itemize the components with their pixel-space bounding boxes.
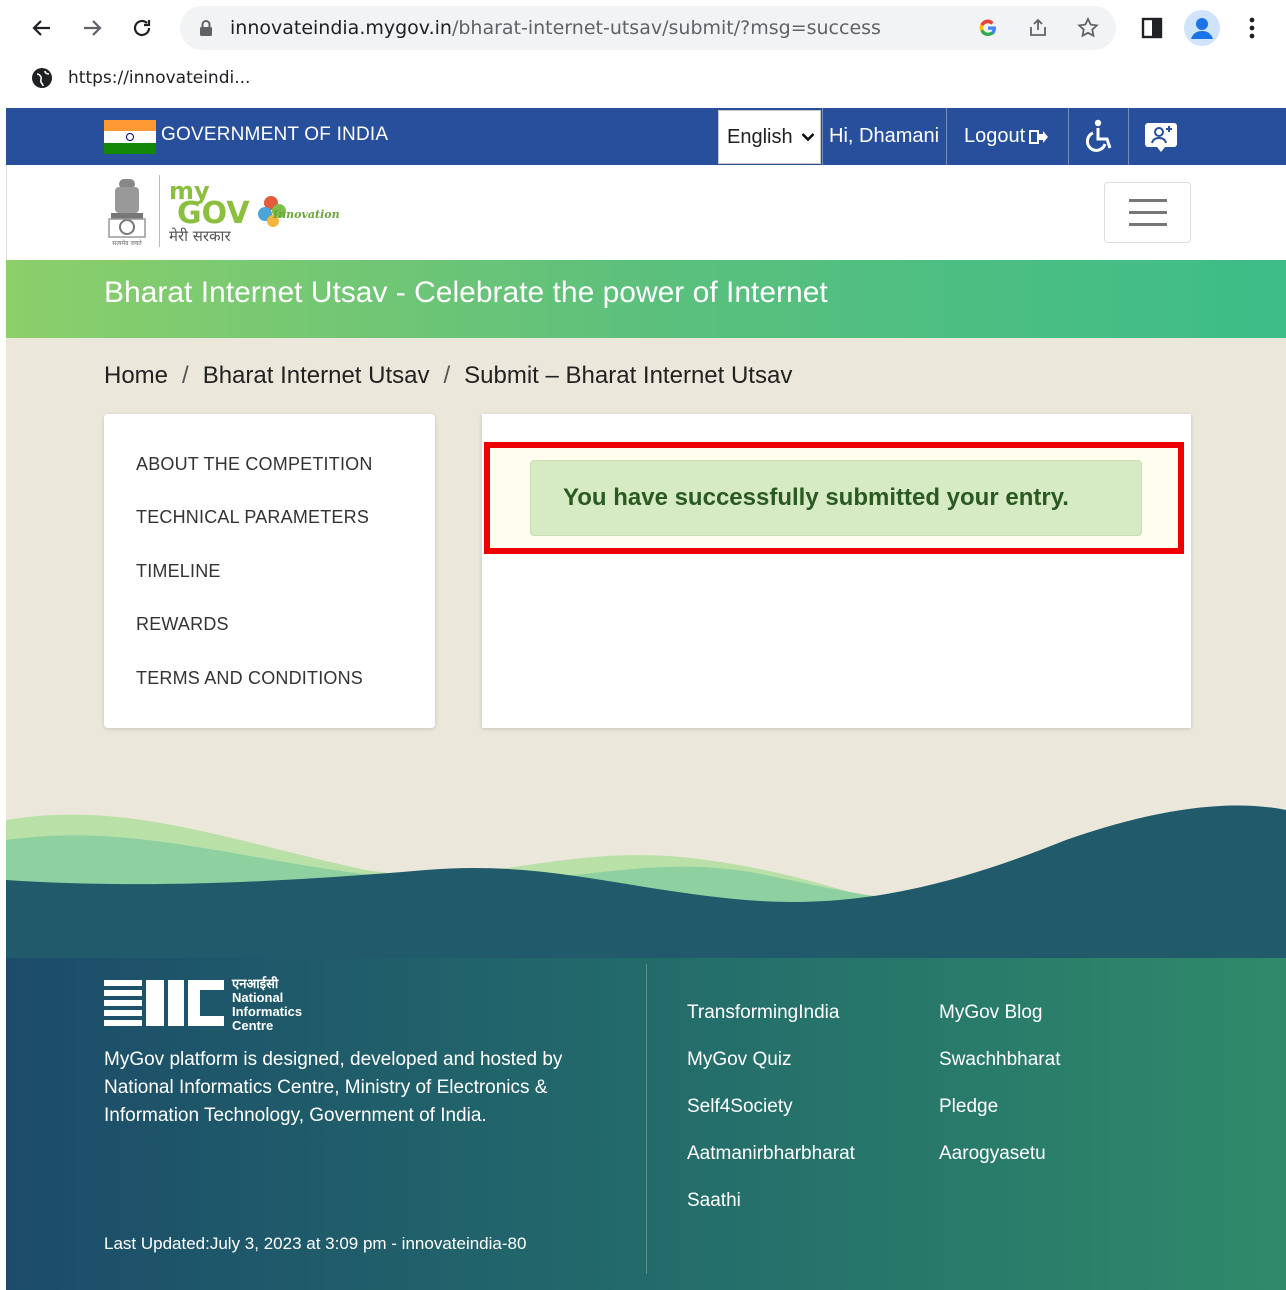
- tab-url: https://innovateindi...: [68, 68, 251, 88]
- footer-link-self4society[interactable]: Self4Society: [687, 1096, 793, 1118]
- person-icon: [1191, 18, 1213, 39]
- browser-chrome: innovateindia.mygov.in/bharat-internet-u…: [0, 0, 1286, 108]
- sidebar-menu: ABOUT THE COMPETITION TECHNICAL PARAMETE…: [104, 414, 435, 728]
- government-title: GOVERNMENT OF INDIA: [161, 124, 389, 145]
- nic-logo: एनआईसी National Informatics Centre: [104, 976, 302, 1033]
- footer-divider: [646, 964, 647, 1274]
- share-icon[interactable]: [1026, 16, 1050, 40]
- user-greeting-label: Hi, Dhamani: [829, 125, 940, 147]
- nic-line2: Informatics: [232, 1004, 302, 1019]
- google-icon[interactable]: [976, 16, 1000, 40]
- sidebar-item-about[interactable]: ABOUT THE COMPETITION: [136, 454, 373, 475]
- footer-link-saathi[interactable]: Saathi: [687, 1190, 741, 1212]
- back-button[interactable]: [24, 10, 60, 46]
- arrow-left-icon: [32, 20, 50, 36]
- forward-button[interactable]: [74, 10, 110, 46]
- footer-link-aatmanirbharbharat[interactable]: Aatmanirbharbharat: [687, 1143, 855, 1165]
- logo-separator: [159, 175, 160, 247]
- logo-bar: सत्यमेव जयते my GOV मेरी सरकार Innovatio…: [6, 165, 1286, 260]
- footer-link-mygov-blog[interactable]: MyGov Blog: [939, 1002, 1042, 1024]
- national-emblem-icon: सत्यमेव जयते: [108, 179, 146, 247]
- sidebar-item-technical-parameters[interactable]: TECHNICAL PARAMETERS: [136, 507, 369, 528]
- sidebar-item-timeline[interactable]: TIMELINE: [136, 561, 221, 582]
- footer-link-pledge[interactable]: Pledge: [939, 1096, 998, 1118]
- add-user-icon: [1144, 122, 1177, 152]
- nic-line1: National: [232, 990, 283, 1005]
- mygov-logo[interactable]: my GOV मेरी सरकार Innovation: [167, 177, 347, 249]
- footer-link-transformingindia[interactable]: TransformingIndia: [687, 1002, 839, 1024]
- logo-hindi: मेरी सरकार: [169, 227, 231, 245]
- sidebar-item-rewards[interactable]: REWARDS: [136, 614, 229, 635]
- sidebar-item-terms[interactable]: TERMS AND CONDITIONS: [136, 668, 363, 689]
- language-value: English: [727, 125, 793, 148]
- success-alert: You have successfully submitted your ent…: [530, 460, 1142, 536]
- menu-line: [1128, 199, 1167, 202]
- lock-icon: [200, 20, 212, 36]
- government-bar: GOVERNMENT OF INDIA English Hi, Dhamani …: [6, 108, 1286, 165]
- address-url: innovateindia.mygov.in/bharat-internet-u…: [230, 17, 881, 39]
- breadcrumb-home[interactable]: Home: [104, 362, 168, 390]
- globe-icon: [32, 68, 52, 88]
- footer-link-aarogyasetu[interactable]: Aarogyasetu: [939, 1143, 1046, 1165]
- footer-description: MyGov platform is designed, developed an…: [104, 1049, 563, 1126]
- breadcrumb-current: Submit – Bharat Internet Utsav: [464, 362, 793, 389]
- highlight-box: You have successfully submitted your ent…: [484, 442, 1184, 554]
- page-banner: Bharat Internet Utsav - Celebrate the po…: [6, 260, 1286, 338]
- logo-gov: GOV: [177, 196, 250, 231]
- nic-line3: Centre: [232, 1018, 273, 1033]
- logout-label: Logout: [964, 125, 1026, 147]
- footer: एनआईसी National Informatics Centre MyGov…: [6, 958, 1286, 1290]
- india-flag-icon: [104, 120, 156, 154]
- more-vertical-icon: [1249, 17, 1255, 39]
- breadcrumb-separator: /: [182, 362, 189, 389]
- register-button[interactable]: [1128, 108, 1192, 165]
- menu-line: [1128, 223, 1167, 226]
- breadcrumb-section[interactable]: Bharat Internet Utsav: [203, 362, 430, 390]
- language-select[interactable]: English: [718, 110, 821, 164]
- success-message: You have successfully submitted your ent…: [563, 484, 1069, 511]
- menu-line: [1128, 211, 1167, 214]
- user-greeting[interactable]: Hi, Dhamani: [822, 108, 946, 165]
- reload-icon: [133, 19, 151, 37]
- arrow-right-icon: [84, 20, 102, 36]
- hamburger-menu-button[interactable]: [1104, 182, 1191, 243]
- footer-link-mygov-quiz[interactable]: MyGov Quiz: [687, 1049, 792, 1071]
- profile-avatar[interactable]: [1184, 10, 1220, 46]
- accessibility-button[interactable]: [1068, 108, 1128, 165]
- breadcrumb: Home / Bharat Internet Utsav / Submit – …: [104, 362, 792, 390]
- logout-icon: [1029, 129, 1049, 144]
- emblem-caption: सत्यमेव जयते: [112, 239, 142, 247]
- last-updated: Last Updated:July 3, 2023 at 3:09 pm - i…: [104, 1234, 527, 1253]
- star-icon[interactable]: [1076, 16, 1100, 40]
- tab-url-row: https://innovateindi...: [30, 66, 250, 90]
- menu-button[interactable]: [1236, 12, 1268, 44]
- side-panel-button[interactable]: [1136, 12, 1168, 44]
- accessibility-icon: [1085, 119, 1111, 152]
- address-bar[interactable]: innovateindia.mygov.in/bharat-internet-u…: [180, 6, 1116, 50]
- footer-link-swachhbharat[interactable]: Swachhbharat: [939, 1049, 1060, 1071]
- side-panel-icon: [1141, 17, 1163, 39]
- logout-button[interactable]: Logout: [946, 108, 1068, 165]
- breadcrumb-separator: /: [443, 362, 451, 389]
- page-title: Bharat Internet Utsav - Celebrate the po…: [104, 276, 828, 309]
- reload-button[interactable]: [124, 10, 160, 46]
- chevron-down-icon: [801, 133, 815, 142]
- logo-innovation: Innovation: [272, 208, 340, 221]
